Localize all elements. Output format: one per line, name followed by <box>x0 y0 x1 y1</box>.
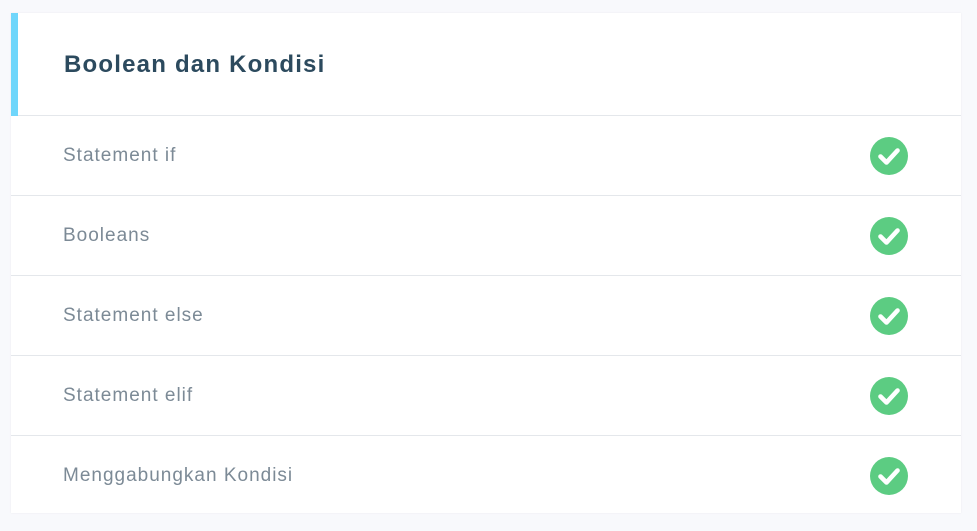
lesson-list: Statement if Booleans Statement else Sta… <box>11 116 961 513</box>
check-circle-icon <box>870 457 908 495</box>
lesson-label: Booleans <box>63 225 151 246</box>
check-circle-icon <box>870 217 908 255</box>
lesson-item-statement-elif[interactable]: Statement elif <box>11 356 961 436</box>
lesson-section-card: Boolean dan Kondisi Statement if Boolean… <box>11 13 961 513</box>
lesson-item-statement-else[interactable]: Statement else <box>11 276 961 356</box>
lesson-item-menggabungkan-kondisi[interactable]: Menggabungkan Kondisi <box>11 436 961 513</box>
check-circle-icon <box>870 377 908 415</box>
lesson-label: Statement if <box>63 145 177 166</box>
lesson-item-booleans[interactable]: Booleans <box>11 196 961 276</box>
accent-bar <box>11 13 18 116</box>
lesson-label: Menggabungkan Kondisi <box>63 465 294 486</box>
check-circle-icon <box>870 297 908 335</box>
section-header: Boolean dan Kondisi <box>11 13 961 116</box>
lesson-label: Statement elif <box>63 385 194 406</box>
section-title: Boolean dan Kondisi <box>64 51 326 78</box>
lesson-item-statement-if[interactable]: Statement if <box>11 116 961 196</box>
check-circle-icon <box>870 137 908 175</box>
lesson-label: Statement else <box>63 305 204 326</box>
